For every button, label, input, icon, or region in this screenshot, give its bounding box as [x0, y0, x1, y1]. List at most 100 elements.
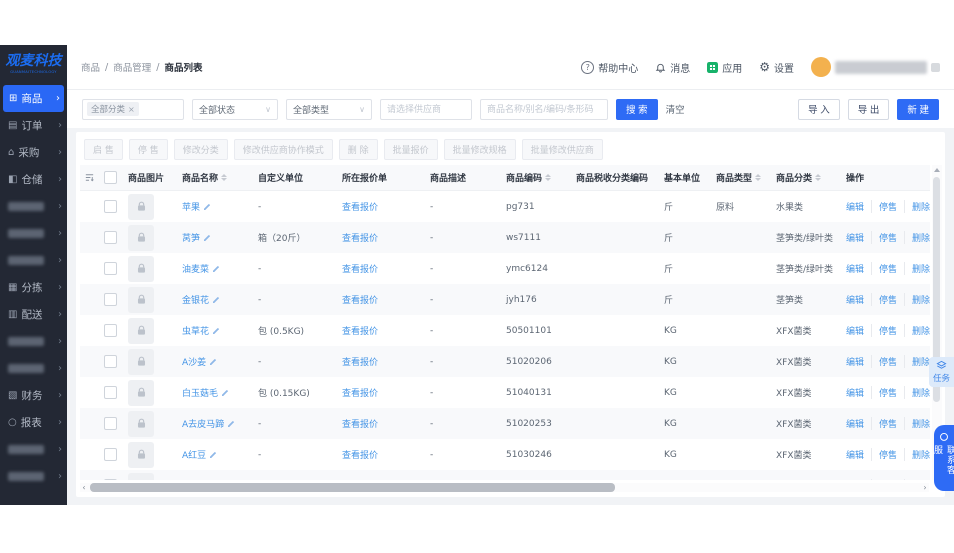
sidebar-item[interactable]: ›: [0, 220, 67, 247]
edit-pencil-icon[interactable]: [227, 420, 235, 428]
column-header[interactable]: 基本单位: [660, 165, 712, 190]
product-image-placeholder[interactable]: [128, 224, 154, 251]
breadcrumb-item[interactable]: 商品: [81, 60, 100, 74]
column-header[interactable]: 商品分类: [772, 165, 842, 190]
search-button[interactable]: 搜 索: [616, 98, 658, 120]
stop-sale-link[interactable]: 停售: [871, 355, 897, 368]
row-checkbox[interactable]: [104, 448, 117, 461]
product-name-link[interactable]: 白玉菇毛: [182, 386, 218, 399]
edit-link[interactable]: 编辑: [846, 479, 864, 480]
messages-button[interactable]: 消息: [655, 60, 690, 75]
delete-link[interactable]: 删除: [904, 200, 930, 213]
bulk-action-button[interactable]: 删 除: [338, 139, 378, 160]
bulk-action-button[interactable]: 修改供应商协作模式: [233, 139, 333, 160]
row-checkbox[interactable]: [104, 417, 117, 430]
view-quote-link[interactable]: 查看报价: [342, 417, 378, 430]
bulk-action-button[interactable]: 停 售: [128, 139, 168, 160]
column-header[interactable]: 商品编码: [502, 165, 572, 190]
view-quote-link[interactable]: 查看报价: [342, 479, 378, 480]
scroll-right-arrow[interactable]: ›: [921, 483, 929, 492]
sidebar-item[interactable]: ›: [0, 463, 67, 490]
edit-pencil-icon[interactable]: [212, 296, 220, 304]
edit-link[interactable]: 编辑: [846, 417, 864, 430]
user-account[interactable]: [811, 57, 940, 77]
edit-pencil-icon[interactable]: [209, 451, 217, 459]
delete-link[interactable]: 删除: [904, 355, 930, 368]
view-quote-link[interactable]: 查看报价: [342, 324, 378, 337]
row-checkbox[interactable]: [104, 231, 117, 244]
sidebar-item[interactable]: ▤ 订单 ›: [0, 112, 67, 139]
sidebar-item[interactable]: ⌂ 采购 ›: [0, 139, 67, 166]
edit-pencil-icon[interactable]: [203, 234, 211, 242]
delete-link[interactable]: 删除: [904, 386, 930, 399]
product-name-link[interactable]: 虫草花: [182, 324, 209, 337]
product-name-link[interactable]: 莴笋: [182, 231, 200, 244]
bulk-action-button[interactable]: 启 售: [84, 139, 123, 160]
product-image-placeholder[interactable]: [128, 379, 154, 406]
sidebar-item[interactable]: ○ 报表 ›: [0, 409, 67, 436]
view-quote-link[interactable]: 查看报价: [342, 293, 378, 306]
sidebar-item[interactable]: ›: [0, 328, 67, 355]
bulk-action-button[interactable]: 批量修改供应商: [521, 139, 603, 160]
view-quote-link[interactable]: 查看报价: [342, 448, 378, 461]
stop-sale-link[interactable]: 停售: [871, 386, 897, 399]
edit-pencil-icon[interactable]: [221, 389, 229, 397]
stop-sale-link[interactable]: 停售: [871, 448, 897, 461]
edit-link[interactable]: 编辑: [846, 231, 864, 244]
edit-link[interactable]: 编辑: [846, 386, 864, 399]
delete-link[interactable]: 删除: [904, 262, 930, 275]
contact-support-tab[interactable]: 联系客服: [932, 425, 954, 491]
column-header[interactable]: 商品描述: [426, 165, 502, 190]
sidebar-item[interactable]: ›: [0, 193, 67, 220]
bulk-action-button[interactable]: 修改分类: [173, 139, 228, 160]
column-settings-icon[interactable]: [84, 172, 95, 183]
tasks-widget[interactable]: 任务: [929, 357, 954, 387]
view-quote-link[interactable]: 查看报价: [342, 200, 378, 213]
supplier-input[interactable]: [380, 98, 472, 120]
view-quote-link[interactable]: 查看报价: [342, 386, 378, 399]
stop-sale-link[interactable]: 停售: [871, 231, 897, 244]
bulk-action-button[interactable]: 批量修改规格: [443, 139, 516, 160]
column-header[interactable]: 商品图片: [124, 165, 178, 190]
edit-link[interactable]: 编辑: [846, 293, 864, 306]
column-header[interactable]: 商品名称: [178, 165, 254, 190]
product-name-link[interactable]: A红豆: [182, 448, 206, 461]
breadcrumb-item[interactable]: 商品管理: [113, 60, 151, 74]
edit-link[interactable]: 编辑: [846, 355, 864, 368]
row-checkbox[interactable]: [104, 293, 117, 306]
edit-link[interactable]: 编辑: [846, 448, 864, 461]
scroll-left-arrow[interactable]: ‹: [80, 483, 88, 492]
sidebar-item[interactable]: ›: [0, 436, 67, 463]
edit-pencil-icon[interactable]: [209, 358, 217, 366]
row-checkbox[interactable]: [104, 262, 117, 275]
bulk-action-button[interactable]: 批量报价: [383, 139, 438, 160]
keyword-search-input[interactable]: [480, 98, 608, 120]
view-quote-link[interactable]: 查看报价: [342, 355, 378, 368]
type-select[interactable]: 全部类型 ∨: [286, 98, 372, 120]
create-button[interactable]: 新 建: [897, 98, 939, 120]
row-checkbox[interactable]: [104, 200, 117, 213]
product-name-link[interactable]: 苹果: [182, 200, 200, 213]
column-header[interactable]: 操作: [842, 165, 930, 190]
column-header[interactable]: 商品税收分类编码: [572, 165, 660, 190]
edit-link[interactable]: 编辑: [846, 324, 864, 337]
row-checkbox[interactable]: [104, 355, 117, 368]
status-select[interactable]: 全部状态 ∨: [192, 98, 278, 120]
product-name-link[interactable]: 油麦菜: [182, 262, 209, 275]
horizontal-scrollbar[interactable]: ‹ ›: [80, 483, 929, 492]
product-image-placeholder[interactable]: [128, 255, 154, 282]
sidebar-item[interactable]: ◧ 仓储 ›: [0, 166, 67, 193]
sort-icon[interactable]: [755, 174, 762, 181]
edit-pencil-icon[interactable]: [203, 203, 211, 211]
product-image-placeholder[interactable]: [128, 317, 154, 344]
stop-sale-link[interactable]: 停售: [871, 200, 897, 213]
row-checkbox[interactable]: [104, 386, 117, 399]
column-header[interactable]: 商品类型: [712, 165, 772, 190]
export-button[interactable]: 导 出: [847, 98, 890, 120]
horizontal-scroll-track[interactable]: [88, 483, 921, 492]
apps-button[interactable]: 应用: [707, 60, 742, 75]
tag-close-icon[interactable]: ×: [128, 105, 135, 114]
product-name-link[interactable]: A去皮马蹄: [182, 417, 224, 430]
product-image-placeholder[interactable]: [128, 193, 154, 220]
sidebar-item[interactable]: ▦ 分拣 ›: [0, 274, 67, 301]
